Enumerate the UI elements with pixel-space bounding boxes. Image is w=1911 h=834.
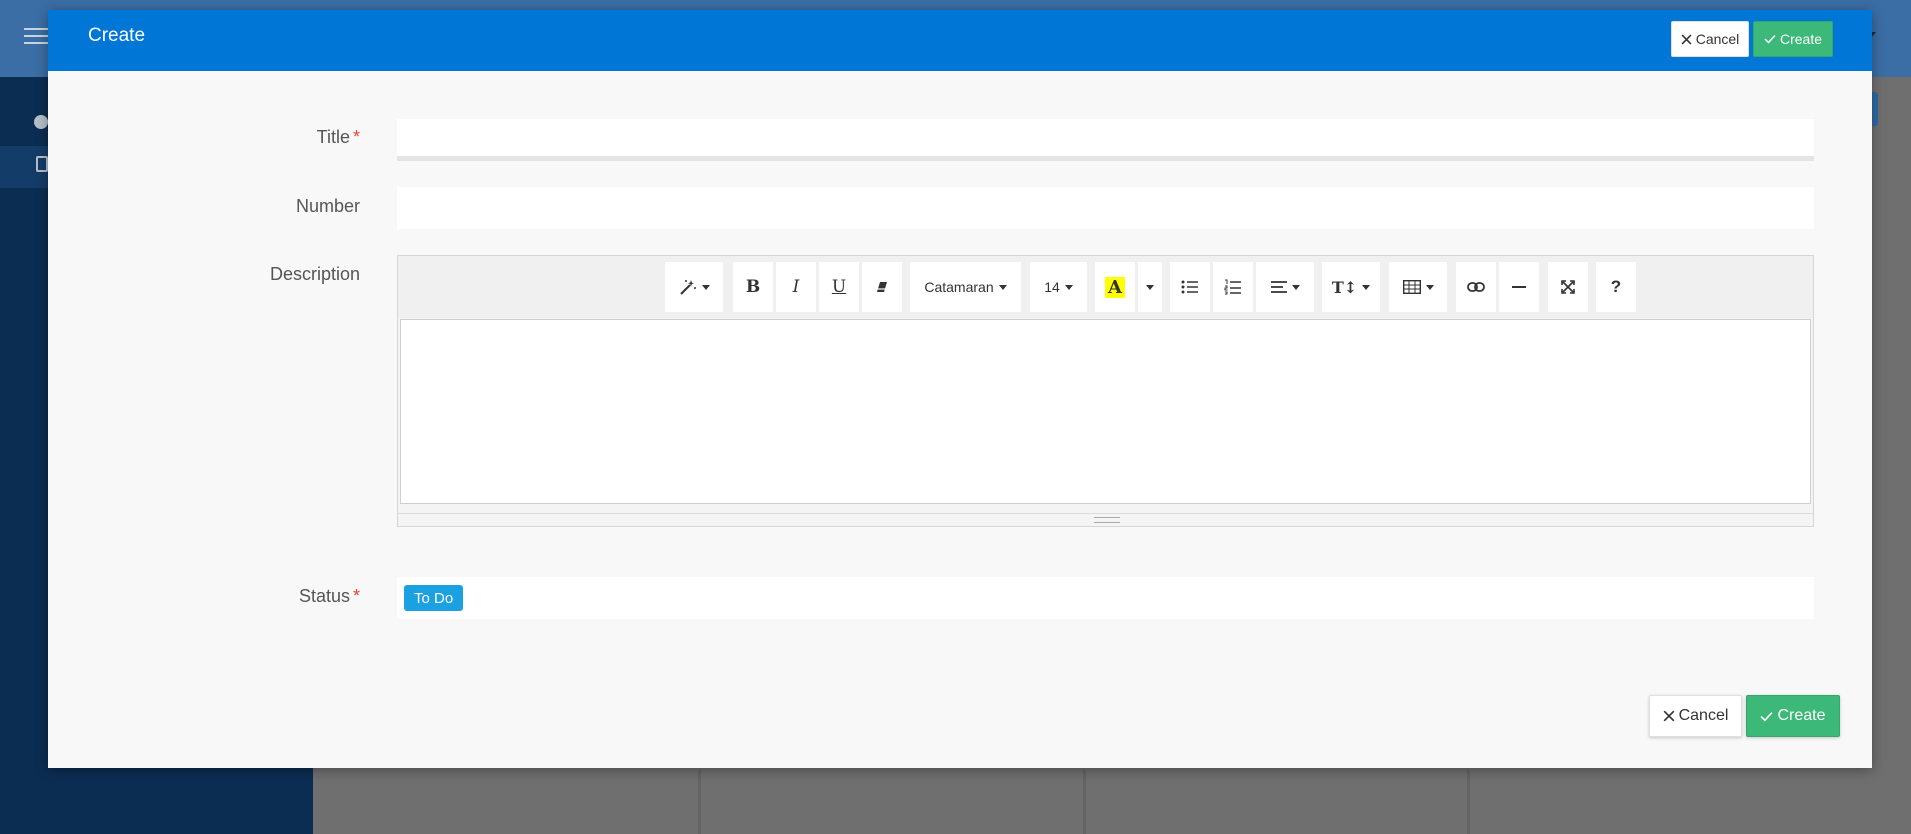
- font-family-value: Catamaran: [924, 279, 994, 295]
- numbered-list-button[interactable]: [1213, 262, 1253, 312]
- bullet-list-icon: [1181, 280, 1198, 294]
- chevron-down-icon: [1425, 284, 1434, 290]
- fullscreen-button[interactable]: [1548, 262, 1588, 312]
- paragraph-align-dropdown[interactable]: [1256, 262, 1314, 312]
- status-label: Status *: [298, 586, 360, 606]
- header-cancel-button[interactable]: Cancel: [1671, 21, 1749, 57]
- description-editor: B I U Catamaran 14 A T↕ ?: [397, 255, 1814, 527]
- fullscreen-icon: [1561, 280, 1575, 294]
- align-left-icon: [1270, 281, 1287, 293]
- magic-wand-icon: [679, 280, 696, 295]
- chevron-down-icon: [701, 284, 710, 290]
- status-badge: To Do: [404, 585, 464, 611]
- resize-grip-icon: [1094, 517, 1120, 523]
- minus-icon: [1512, 286, 1526, 288]
- check-icon: [1760, 711, 1773, 721]
- color-dropdown-button[interactable]: [1138, 262, 1162, 312]
- help-icon: ?: [1610, 277, 1622, 296]
- chevron-down-icon: [1291, 284, 1300, 290]
- sidebar-dashboard-icon: [34, 115, 48, 129]
- check-icon: [1764, 34, 1776, 44]
- horizontal-rule-button[interactable]: [1499, 262, 1539, 312]
- italic-button[interactable]: I: [776, 262, 816, 312]
- underline-icon: U: [831, 277, 847, 297]
- chevron-down-icon: [1146, 284, 1154, 290]
- background-column-divider: [698, 770, 701, 834]
- required-marker: *: [352, 586, 360, 606]
- underline-button[interactable]: U: [819, 262, 859, 312]
- font-family-dropdown[interactable]: Catamaran: [910, 262, 1021, 312]
- title-input-underline: [397, 156, 1814, 161]
- background-column-divider: [1467, 770, 1470, 834]
- editor-resize-bar[interactable]: [398, 513, 1813, 526]
- chevron-down-icon: [1362, 284, 1371, 290]
- modal-title: Create: [88, 25, 146, 46]
- required-marker: *: [352, 127, 360, 147]
- header-cancel-label: Cancel: [1695, 31, 1740, 47]
- description-label: Description: [269, 264, 360, 284]
- close-icon: [1663, 710, 1674, 722]
- table-icon: [1402, 280, 1421, 294]
- link-icon: [1467, 282, 1485, 292]
- footer-create-label: Create: [1777, 707, 1826, 724]
- status-select[interactable]: To Do: [397, 577, 1814, 619]
- chevron-down-icon: [998, 284, 1007, 290]
- chevron-down-icon: [1064, 284, 1073, 290]
- footer-cancel-button[interactable]: Cancel: [1649, 695, 1742, 737]
- style-button[interactable]: [665, 262, 723, 312]
- editor-toolbar: B I U Catamaran 14 A T↕ ?: [398, 256, 1813, 318]
- table-dropdown[interactable]: [1389, 262, 1447, 312]
- highlight-color-button[interactable]: A: [1095, 262, 1135, 312]
- header-create-label: Create: [1779, 31, 1823, 47]
- numbered-list-icon: [1224, 279, 1241, 295]
- create-modal: Create Cancel Create Title * Number Descr…: [48, 10, 1872, 768]
- footer-create-button[interactable]: Create: [1746, 695, 1840, 737]
- background-column-divider: [1083, 770, 1086, 834]
- header-create-button[interactable]: Create: [1753, 21, 1833, 57]
- help-button[interactable]: ?: [1596, 262, 1636, 312]
- line-height-dropdown[interactable]: T↕: [1322, 262, 1380, 312]
- insert-link-button[interactable]: [1456, 262, 1496, 312]
- text-height-icon: T↕: [1331, 277, 1358, 297]
- highlight-letter-icon: A: [1105, 276, 1125, 298]
- clear-format-button[interactable]: [862, 262, 902, 312]
- font-size-dropdown[interactable]: 14: [1030, 262, 1087, 312]
- title-input[interactable]: [397, 119, 1814, 156]
- bold-icon: B: [745, 277, 761, 297]
- modal-header: Create Cancel Create: [48, 10, 1872, 71]
- close-icon: [1681, 34, 1692, 44]
- hamburger-menu-icon: [24, 28, 48, 46]
- sidebar-clipboard-icon: [36, 156, 48, 172]
- title-label: Title *: [316, 127, 360, 147]
- font-size-value: 14: [1044, 279, 1060, 295]
- italic-icon: I: [792, 277, 800, 297]
- bold-button[interactable]: B: [733, 262, 773, 312]
- eraser-icon: [877, 282, 887, 292]
- number-input[interactable]: [397, 187, 1814, 229]
- description-editor-area[interactable]: [400, 319, 1811, 504]
- footer-cancel-label: Cancel: [1678, 707, 1729, 724]
- number-label: Number: [295, 196, 360, 216]
- bullet-list-button[interactable]: [1170, 262, 1210, 312]
